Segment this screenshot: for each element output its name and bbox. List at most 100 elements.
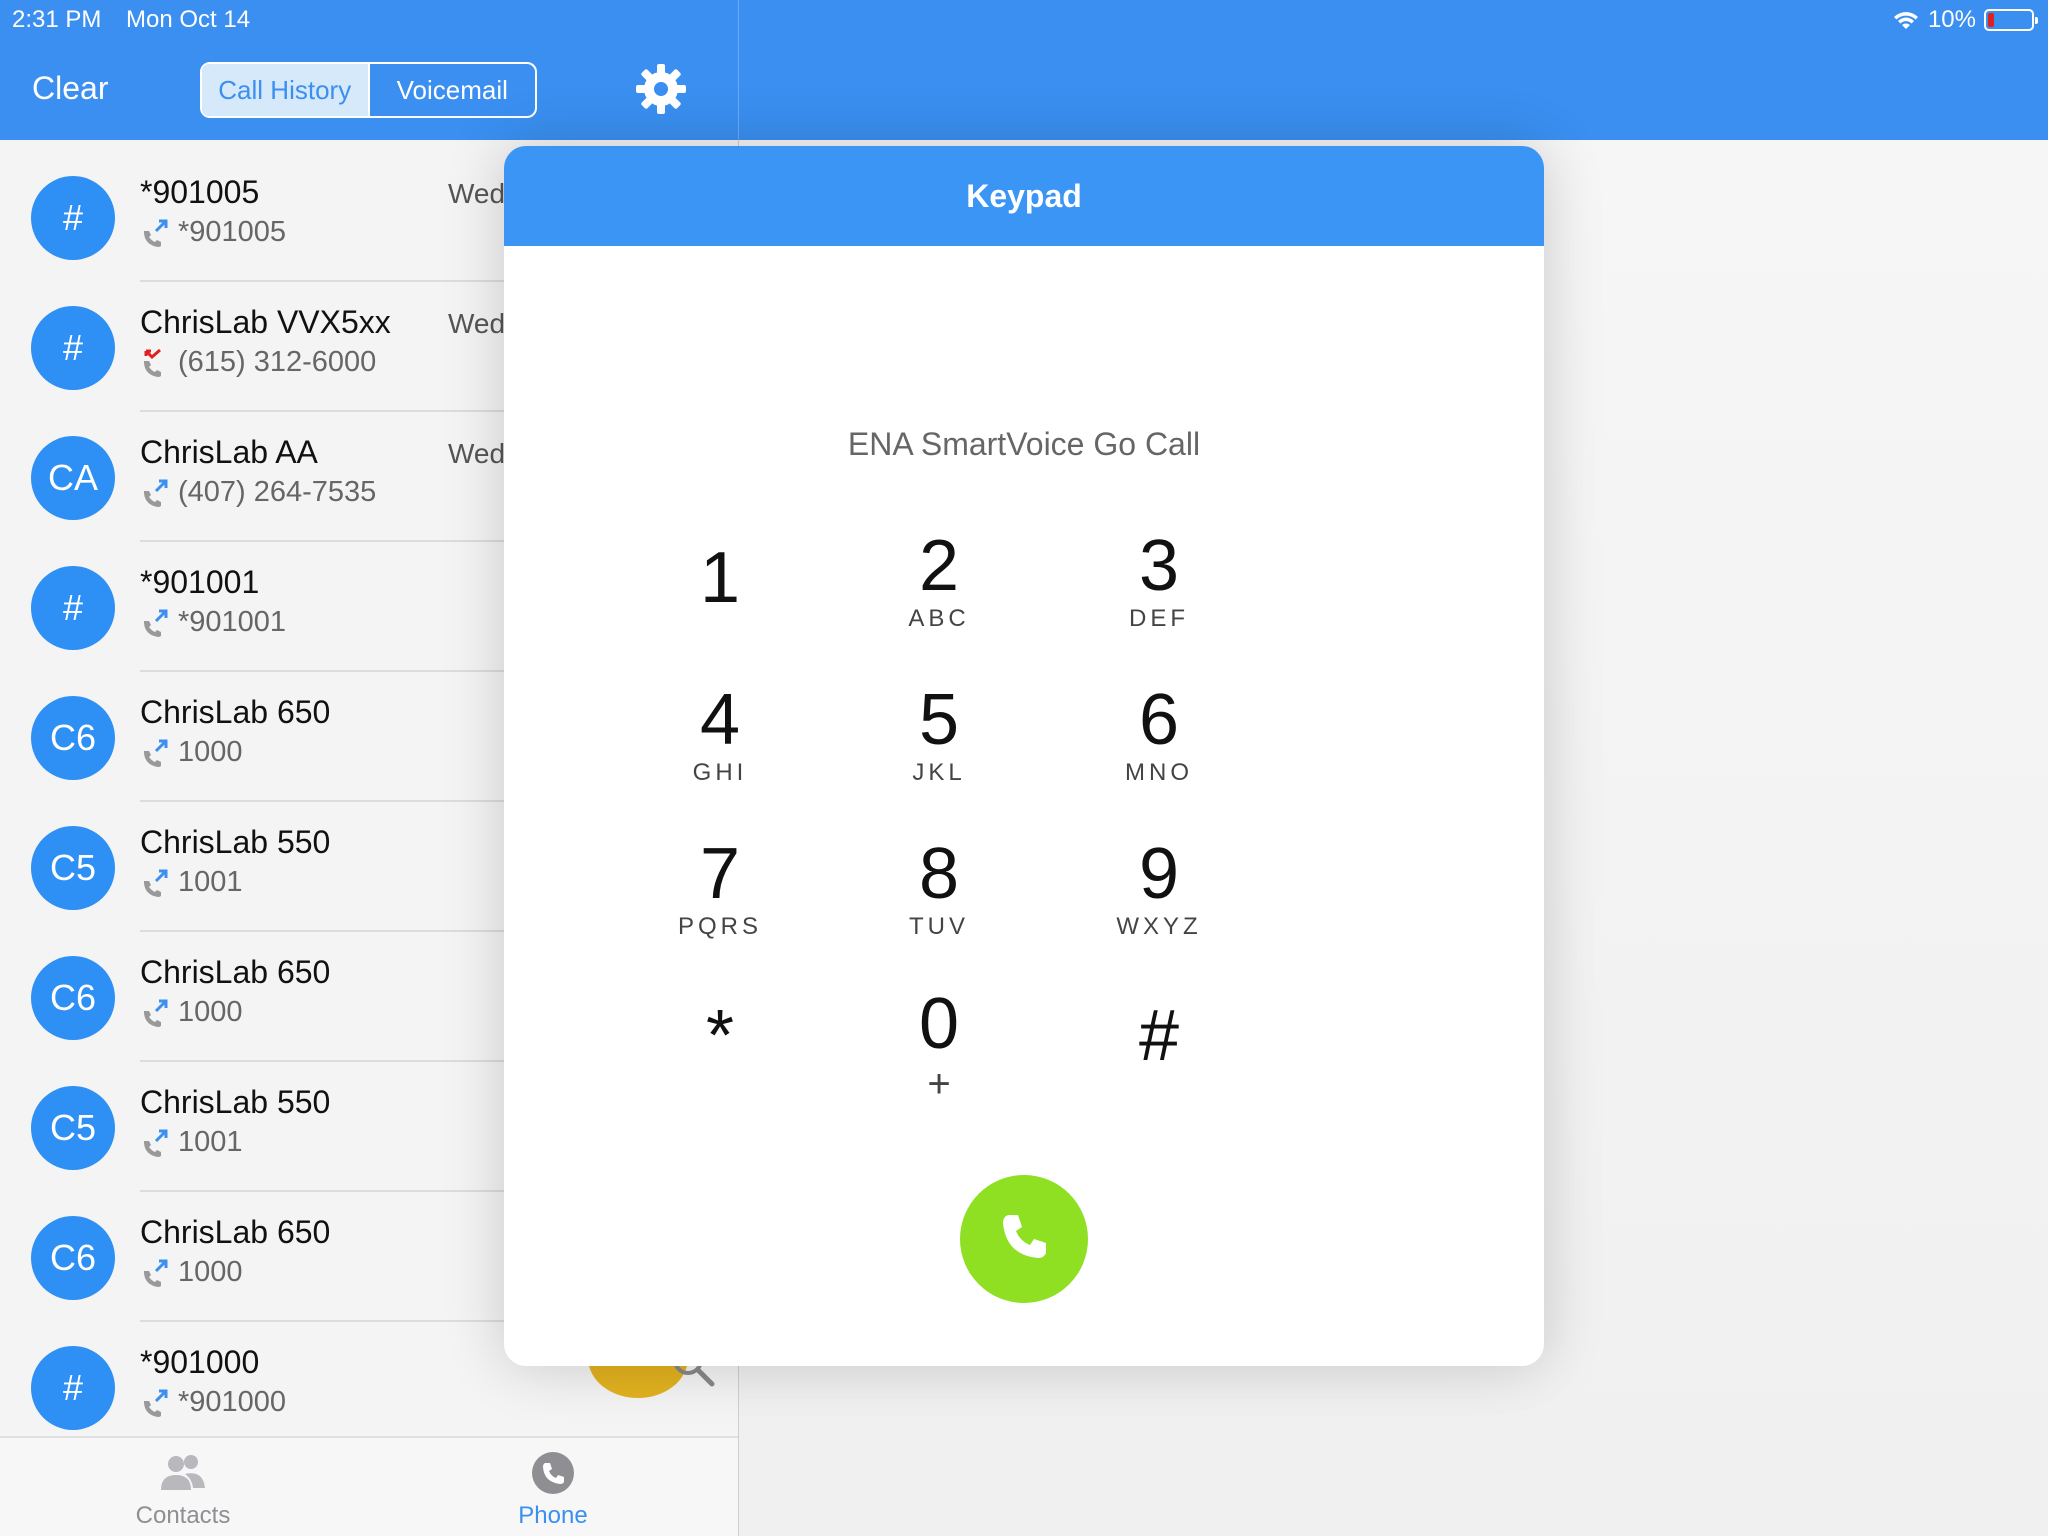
- bottom-tab-bar: Contacts Phone: [0, 1436, 738, 1536]
- contact-name: ChrisLab AA: [140, 434, 318, 470]
- contact-number: 1000: [178, 1256, 243, 1288]
- keypad-digit: #: [1138, 996, 1180, 1076]
- keypad-letters: PQRS: [677, 913, 762, 940]
- clear-button[interactable]: Clear: [32, 70, 108, 107]
- contact-number-row: (615) 312-6000: [140, 346, 376, 379]
- contact-number-row: 1000: [140, 996, 243, 1029]
- tab-voicemail[interactable]: Voicemail: [367, 64, 536, 116]
- contact-name: *901001: [140, 564, 260, 600]
- avatar: C5: [31, 826, 115, 910]
- avatar: C5: [31, 1086, 115, 1170]
- keypad-digit: 4: [699, 680, 741, 760]
- keypad-key[interactable]: 5 JKL: [849, 680, 1029, 810]
- outgoing-call-icon: [144, 739, 168, 767]
- avatar: C6: [31, 956, 115, 1040]
- contact-number: *901001: [178, 606, 287, 638]
- contact-number-row: 1001: [140, 866, 243, 899]
- contact-number-row: *901000: [140, 1386, 286, 1419]
- keypad-key[interactable]: 4 GHI: [630, 680, 810, 810]
- keypad-key[interactable]: #: [1069, 996, 1249, 1126]
- keypad-digit: 6: [1138, 680, 1180, 760]
- call-date: Wed: [448, 308, 506, 339]
- keypad-key[interactable]: 0 +: [849, 984, 1029, 1114]
- status-indicators: 10%: [1892, 6, 2038, 34]
- contact-number-row: *901005: [140, 216, 286, 249]
- pane-divider: [738, 0, 739, 140]
- tab-contacts-label: Contacts: [135, 1502, 231, 1529]
- keypad-digit: 5: [918, 680, 960, 760]
- keypad-letters: GHI: [692, 759, 748, 786]
- avatar: C6: [31, 1216, 115, 1300]
- keypad-title: Keypad: [504, 146, 1544, 246]
- contact-name: ChrisLab 650: [140, 954, 331, 990]
- contact-name: *901005: [140, 174, 260, 210]
- contact-number-row: 1000: [140, 1256, 243, 1289]
- history-voicemail-segmented-control: Call History Voicemail: [200, 62, 537, 118]
- contact-number-row: 1001: [140, 1126, 243, 1159]
- avatar: CA: [31, 436, 115, 520]
- keypad-letters: +: [927, 1062, 951, 1106]
- outgoing-call-icon: [144, 999, 168, 1027]
- outgoing-call-icon: [144, 869, 168, 897]
- keypad-key[interactable]: *: [630, 996, 810, 1126]
- keypad-letters: ABC: [908, 605, 970, 632]
- keypad-digit: 8: [918, 834, 960, 914]
- keypad-digit: *: [705, 996, 735, 1076]
- contact-number: 1001: [178, 1126, 243, 1158]
- outgoing-call-icon: [144, 219, 168, 247]
- battery-percent: 10%: [1927, 6, 1976, 33]
- phone-icon: [532, 1452, 574, 1494]
- keypad-letters: DEF: [1129, 605, 1189, 632]
- keypad-key[interactable]: 8 TUV: [849, 834, 1029, 964]
- tab-contacts[interactable]: Contacts: [83, 1450, 283, 1530]
- avatar: #: [31, 176, 115, 260]
- keypad-key[interactable]: 6 MNO: [1069, 680, 1249, 810]
- contact-number: (407) 264-7535: [178, 476, 377, 508]
- avatar: #: [31, 1346, 115, 1430]
- keypad-digit: 9: [1138, 834, 1180, 914]
- keypad-digit: 7: [699, 834, 741, 914]
- avatar: C6: [31, 696, 115, 780]
- call-date: Wed: [448, 438, 506, 469]
- keypad-digit: 2: [918, 526, 960, 606]
- keypad-subtitle: ENA SmartVoice Go Call: [847, 426, 1201, 462]
- battery-icon: [1984, 9, 2038, 31]
- tab-call-history[interactable]: Call History: [202, 64, 368, 116]
- contact-name: ChrisLab 550: [140, 1084, 331, 1120]
- keypad-modal: Keypad ENA SmartVoice Go Call 1 2 ABC 3 DEF 4…: [504, 146, 1544, 1366]
- status-time: 2:31 PM: [12, 6, 102, 33]
- contact-name: ChrisLab 550: [140, 824, 331, 860]
- keypad-key[interactable]: 7 PQRS: [630, 834, 810, 964]
- phone-handset-icon: [1003, 1215, 1046, 1258]
- contacts-icon: [161, 1455, 205, 1490]
- contact-number: *901005: [178, 216, 287, 248]
- keypad-letters: TUV: [909, 913, 969, 940]
- keypad-key[interactable]: 1: [630, 538, 810, 668]
- contact-number-row: *901001: [140, 606, 286, 639]
- keypad-key[interactable]: 2 ABC: [849, 526, 1029, 656]
- contact-name: ChrisLab 650: [140, 1214, 331, 1250]
- gear-icon[interactable]: [632, 60, 690, 118]
- keypad-key[interactable]: 3 DEF: [1069, 526, 1249, 656]
- call-date: Wed: [448, 178, 506, 209]
- contact-number-row: 1000: [140, 736, 243, 769]
- call-button[interactable]: [960, 1175, 1088, 1303]
- top-navigation-bar: 2:31 PM Mon Oct 14 10% Clear Call Histor…: [0, 0, 2048, 140]
- contact-name: ChrisLab VVX5xx: [140, 304, 391, 340]
- keypad-letters: WXYZ: [1116, 913, 1202, 940]
- contact-name: *901000: [140, 1344, 260, 1380]
- keypad-digit: 1: [699, 538, 741, 618]
- outgoing-call-icon: [144, 1259, 168, 1287]
- contact-name: ChrisLab 650: [140, 694, 331, 730]
- contact-number-row: (407) 264-7535: [140, 476, 376, 509]
- contact-number: 1000: [178, 736, 243, 768]
- avatar: #: [31, 566, 115, 650]
- keypad-letters: MNO: [1125, 759, 1193, 786]
- tab-phone[interactable]: Phone: [453, 1450, 653, 1530]
- avatar: #: [31, 306, 115, 390]
- outgoing-call-icon: [144, 1389, 168, 1417]
- contact-number: 1000: [178, 996, 243, 1028]
- keypad-key[interactable]: 9 WXYZ: [1069, 834, 1249, 964]
- keypad-digit: 3: [1138, 526, 1180, 606]
- outgoing-call-icon: [144, 1129, 168, 1157]
